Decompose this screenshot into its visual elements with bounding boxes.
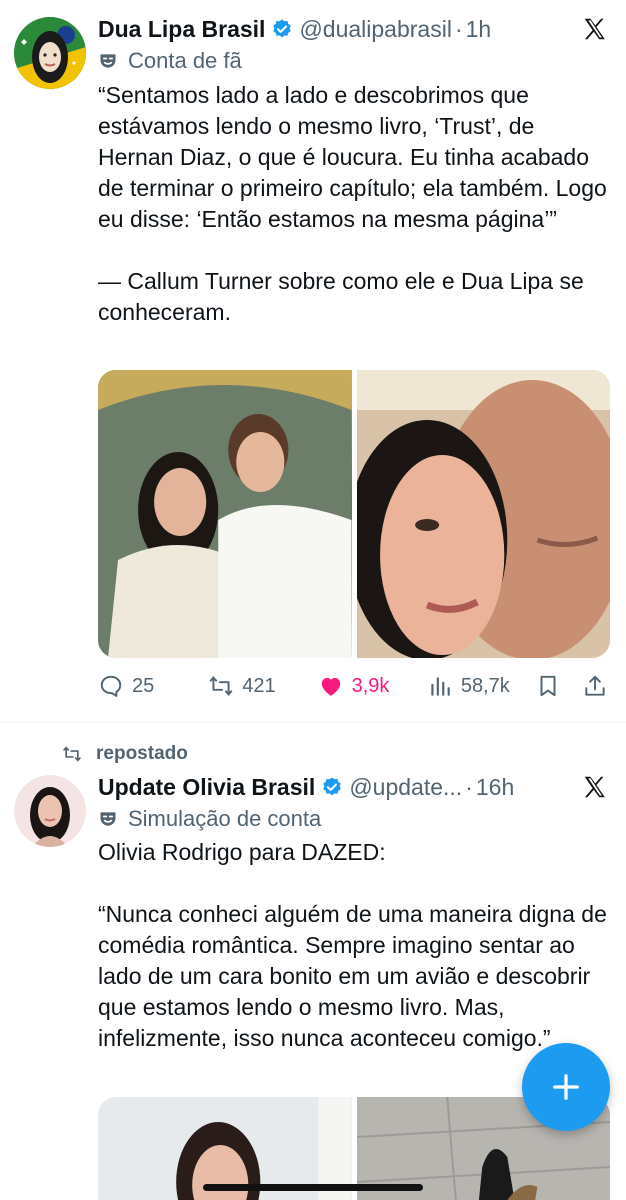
reply-button[interactable]: 25: [98, 673, 208, 699]
avatar[interactable]: [14, 17, 86, 89]
reply-count: 25: [132, 674, 155, 697]
timestamp[interactable]: 1h: [466, 16, 492, 43]
repost-icon: [210, 676, 233, 696]
views-icon: [431, 677, 450, 696]
timestamp[interactable]: 16h: [476, 774, 514, 801]
verified-badge-icon: [323, 777, 342, 796]
share-button[interactable]: [582, 673, 612, 699]
repost-icon: [63, 746, 81, 762]
separator-dot: ·: [465, 773, 473, 800]
handle[interactable]: @dualipabrasil: [299, 16, 452, 43]
display-name[interactable]: Update Olivia Brasil: [98, 774, 315, 801]
tweet-header: Dua Lipa Brasil @dualipabrasil · 1h: [98, 12, 610, 46]
tweet-text: Olivia Rodrigo para DAZED: “Nunca conhec…: [98, 839, 607, 1051]
plus-icon: [553, 1074, 579, 1100]
avatar-image: [14, 17, 86, 89]
photo-couple-closeup: [356, 370, 610, 658]
photo-couple-selfie: [98, 370, 352, 658]
like-button[interactable]: 3,9k: [318, 673, 427, 699]
share-icon: [585, 675, 606, 696]
tweet-dua-lipa-brasil[interactable]: Dua Lipa Brasil @dualipabrasil · 1h Cont…: [0, 0, 626, 722]
repost-count: 421: [242, 674, 276, 697]
tweet-actions: 25 421 3,9k 58,7k: [98, 668, 612, 704]
display-name[interactable]: Dua Lipa Brasil: [98, 16, 265, 43]
bookmark-button[interactable]: [535, 673, 582, 699]
views-button[interactable]: 58,7k: [427, 673, 535, 699]
tweet-update-olivia-brasil[interactable]: repostado Update Olivia Brasil @update..…: [0, 723, 626, 1200]
repost-button[interactable]: 421: [208, 673, 317, 699]
compose-button[interactable]: [522, 1043, 610, 1131]
bookmark-icon: [540, 675, 556, 697]
avatar[interactable]: [14, 775, 86, 847]
tweet-media[interactable]: [98, 370, 610, 658]
repost-indicator[interactable]: repostado: [62, 740, 188, 768]
x-logo-icon[interactable]: [582, 774, 608, 800]
x-logo-icon[interactable]: [582, 16, 608, 42]
heart-icon: [321, 677, 340, 696]
separator-dot: ·: [454, 15, 463, 42]
views-count: 58,7k: [460, 674, 510, 697]
reply-icon: [100, 675, 122, 697]
handle[interactable]: @update...: [349, 774, 462, 801]
verified-badge-icon: [273, 19, 292, 38]
mask-icon: [100, 812, 116, 826]
avatar-image: [14, 775, 86, 847]
media-photo-1[interactable]: [98, 370, 352, 658]
media-photo-2[interactable]: [356, 370, 610, 658]
account-label: Conta de fã: [98, 46, 242, 76]
account-label-text: Conta de fã: [128, 48, 242, 73]
mask-icon: [100, 54, 116, 68]
home-indicator[interactable]: [203, 1184, 423, 1191]
tweet-header: Update Olivia Brasil @update... · 16h: [98, 770, 610, 804]
account-label: Simulação de conta: [98, 804, 321, 834]
tweet-text: “Sentamos lado a lado e descobrimos que …: [98, 82, 607, 325]
like-count: 3,9k: [351, 674, 390, 697]
account-label-text: Simulação de conta: [128, 806, 322, 831]
repost-label: repostado: [96, 743, 188, 764]
